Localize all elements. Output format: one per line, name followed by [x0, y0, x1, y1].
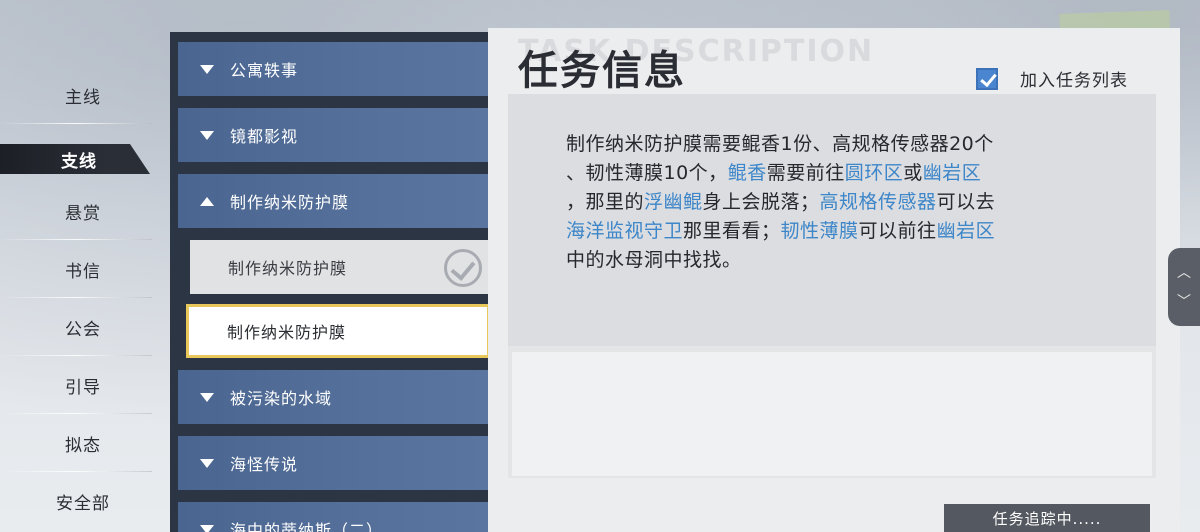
left-nav: 主线 支线 悬赏 书信 公会 引导 拟态 安全部 — [0, 66, 160, 530]
keyword-location: 幽岩区 — [922, 162, 982, 184]
track-toggle-label: 加入任务列表 — [1020, 71, 1128, 91]
triangle-down-icon — [200, 524, 214, 532]
quest-subitem-completed[interactable]: 制作纳米防护膜 — [190, 240, 490, 294]
description-text: 制作纳米防护膜需要鲲香1份、高规格传感器20个 — [566, 133, 994, 155]
keyword-enemy: 海洋监视守卫 — [566, 220, 684, 242]
description-text: 需要前往 — [766, 162, 845, 184]
nav-item-main[interactable]: 主线 — [0, 66, 160, 124]
quest-description: 制作纳米防护膜需要鲲香1份、高规格传感器20个 、韧性薄膜10个，鲲香需要前往圆… — [566, 130, 1106, 275]
quest-category-label: 公寓轶事 — [230, 61, 299, 80]
checkbox-icon[interactable] — [976, 67, 998, 90]
nav-item-label: 悬赏 — [65, 203, 101, 224]
keyword-location: 圆环区 — [844, 162, 904, 184]
chevron-up-icon[interactable]: ︿ — [1177, 266, 1191, 280]
quest-category[interactable]: 制作纳米防护膜 — [178, 174, 490, 228]
nav-item-guide[interactable]: 引导 — [0, 356, 160, 414]
quest-category[interactable]: 被污染的水域 — [178, 370, 490, 424]
triangle-up-icon — [200, 196, 214, 206]
description-text: 或 — [903, 162, 923, 184]
nav-divider — [0, 123, 152, 124]
nav-item-label: 支线 — [61, 151, 97, 172]
triangle-down-icon — [200, 64, 214, 74]
quest-subitem-label: 制作纳米防护膜 — [227, 323, 347, 342]
keyword-item: 高规格传感器 — [819, 191, 937, 213]
panel-title: 任务信息 — [518, 48, 686, 94]
description-text: ，那里的 — [566, 191, 645, 213]
nav-active-wrap: 支线 — [0, 124, 160, 182]
description-line: 海洋监视守卫那里看看；韧性薄膜可以前往幽岩区 — [566, 217, 1106, 246]
nav-item-side[interactable]: 支线 — [0, 144, 150, 174]
tracking-status-label: 任务追踪中..... — [992, 509, 1102, 528]
description-line: ，那里的浮幽鲲身上会脱落；高规格传感器可以去 — [566, 188, 1106, 217]
description-text: 可以前往 — [858, 220, 937, 242]
quest-subitem-selected[interactable]: 制作纳米防护膜 — [186, 304, 490, 358]
nav-item-bounty[interactable]: 悬赏 — [0, 182, 160, 240]
reward-area — [512, 352, 1152, 476]
nav-item-label: 公会 — [65, 319, 101, 340]
triangle-down-icon — [200, 130, 214, 140]
description-line: 、韧性薄膜10个，鲲香需要前往圆环区或幽岩区 — [566, 159, 1106, 188]
quest-subitem-label: 制作纳米防护膜 — [228, 259, 348, 278]
nav-item-mimic[interactable]: 拟态 — [0, 414, 160, 472]
keyword-item: 韧性薄膜 — [780, 220, 859, 242]
nav-item-label: 主线 — [65, 87, 101, 108]
description-box: 制作纳米防护膜需要鲲香1份、高规格传感器20个 、韧性薄膜10个，鲲香需要前往圆… — [508, 94, 1156, 478]
quest-category[interactable]: 海怪传说 — [178, 436, 490, 490]
nav-item-letters[interactable]: 书信 — [0, 240, 160, 298]
quest-info-panel: TASK DESCRIPTION 任务信息 加入任务列表 制作纳米防护膜需要鲲香… — [488, 28, 1180, 532]
nav-item-label: 书信 — [65, 261, 101, 282]
quest-category[interactable]: 海中的蒂纳斯（二） — [178, 502, 490, 532]
quest-category-label: 海中的蒂纳斯（二） — [230, 521, 384, 532]
quest-category[interactable]: 公寓轶事 — [178, 42, 490, 96]
description-text: 身上会脱落； — [702, 191, 820, 213]
quest-category-label: 海怪传说 — [230, 455, 299, 474]
quest-category-label: 制作纳米防护膜 — [230, 193, 350, 212]
nav-item-label: 安全部 — [56, 493, 110, 514]
keyword-item: 鲲香 — [727, 162, 767, 184]
chevron-down-icon[interactable]: ﹀ — [1177, 295, 1191, 309]
triangle-down-icon — [200, 458, 214, 468]
description-line: 中的水母洞中找找。 — [566, 246, 1106, 275]
description-text: 那里看看； — [683, 220, 781, 242]
quest-category[interactable]: 镜都影视 — [178, 108, 490, 162]
description-text: 中的水母洞中找找。 — [566, 249, 742, 271]
quest-category-label: 被污染的水域 — [230, 389, 333, 408]
nav-item-security[interactable]: 安全部 — [0, 472, 160, 530]
triangle-down-icon — [200, 392, 214, 402]
description-text: 可以去 — [936, 191, 996, 213]
nav-item-label: 拟态 — [65, 435, 101, 456]
check-circle-icon — [444, 249, 482, 287]
tracking-status: 任务追踪中..... — [944, 504, 1150, 532]
quest-category-label: 镜都影视 — [230, 127, 299, 146]
nav-item-label: 引导 — [65, 377, 101, 398]
scroll-handle[interactable]: ︿ ﹀ — [1168, 248, 1200, 326]
description-line: 制作纳米防护膜需要鲲香1份、高规格传感器20个 — [566, 130, 1106, 159]
description-text: 、韧性薄膜10个， — [566, 162, 728, 184]
nav-item-guild[interactable]: 公会 — [0, 298, 160, 356]
keyword-location: 幽岩区 — [936, 220, 996, 242]
quest-list: 公寓轶事 镜都影视 制作纳米防护膜 制作纳米防护膜 制作纳米防护膜 被污染的水域… — [170, 32, 490, 532]
track-toggle[interactable]: 加入任务列表 — [976, 66, 1128, 91]
keyword-enemy: 浮幽鲲 — [644, 191, 703, 213]
